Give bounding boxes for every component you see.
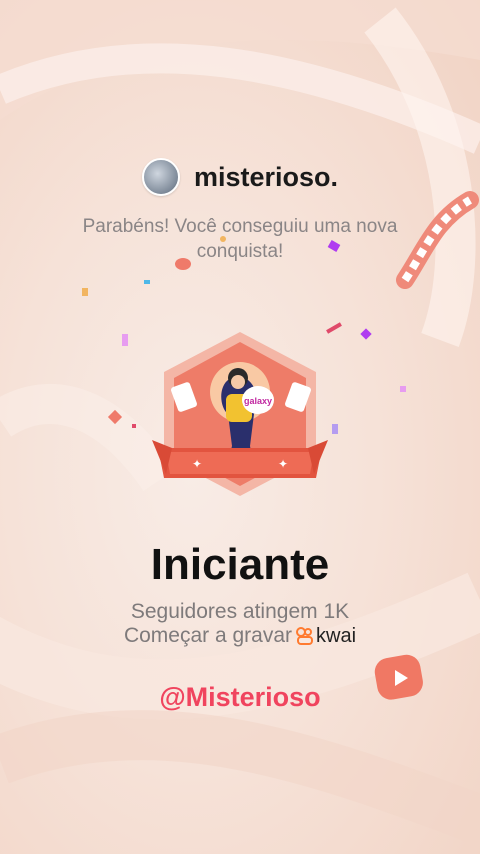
avatar-icon[interactable] — [141, 158, 180, 196]
record-prompt: Começar a gravar — [123, 624, 293, 647]
confetti-piece — [82, 288, 88, 296]
kwai-brand[interactable]: kwai — [296, 624, 356, 648]
confetti-piece — [122, 334, 128, 346]
achievement-title: Iniciante — [150, 540, 330, 589]
confetti-piece — [400, 386, 406, 392]
confetti-piece — [332, 424, 338, 434]
username[interactable]: misterioso. — [194, 162, 338, 193]
kwai-logo-icon — [296, 627, 314, 645]
svg-text:✦: ✦ — [278, 457, 288, 471]
badge-text: galaxy — [244, 396, 272, 406]
confetti-piece — [132, 424, 136, 428]
achievement-badge-icon: galaxy ✦ ✦ — [152, 332, 328, 496]
achievement-description: Seguidores atingem 1K — [130, 600, 350, 623]
confetti-piece — [144, 280, 150, 284]
congrats-message: Parabéns! Você conseguiu uma nova conqui… — [82, 216, 398, 262]
kwai-label: kwai — [316, 625, 357, 647]
user-handle[interactable]: @Misterioso — [0, 682, 480, 713]
svg-text:✦: ✦ — [192, 457, 202, 471]
